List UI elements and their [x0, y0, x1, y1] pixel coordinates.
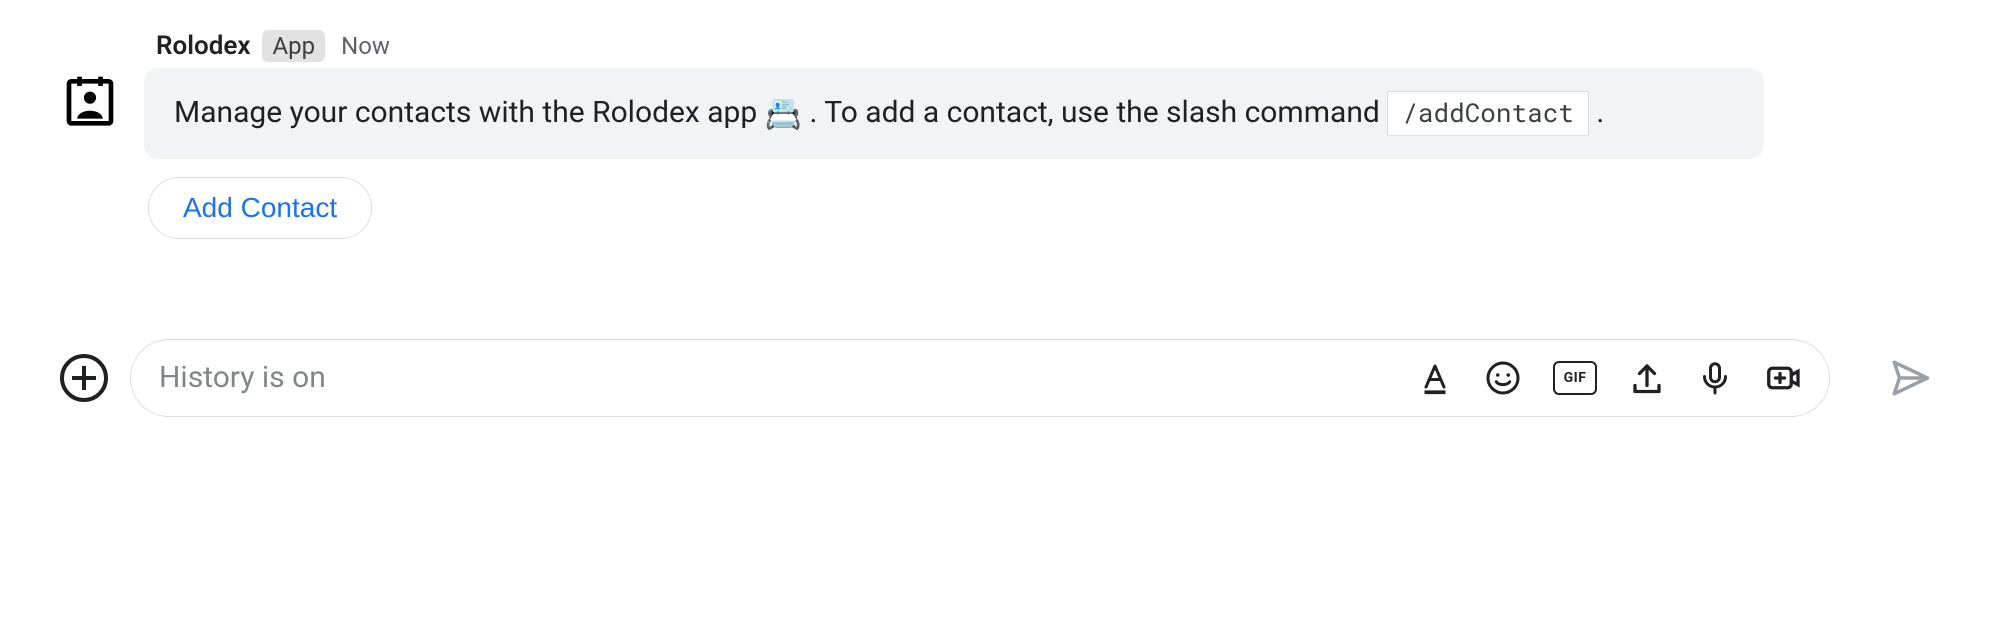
- compose-input[interactable]: [159, 360, 1417, 395]
- app-avatar: [60, 70, 120, 130]
- message-text-prefix: Manage your contacts with the Rolodex ap…: [174, 95, 765, 130]
- message-column: Rolodex App Now Manage your contacts wit…: [144, 30, 1944, 239]
- send-button[interactable]: [1886, 354, 1934, 402]
- add-attachment-button[interactable]: [60, 354, 108, 402]
- compose-area: GIF: [60, 339, 1944, 417]
- slash-command-chip: /addContact: [1387, 91, 1589, 136]
- gif-icon[interactable]: GIF: [1553, 361, 1597, 395]
- video-upload-icon[interactable]: [1765, 360, 1801, 396]
- message-text-suffix: .: [1596, 95, 1604, 130]
- add-contact-button[interactable]: Add Contact: [148, 177, 372, 239]
- sender-name: Rolodex: [156, 31, 250, 61]
- upload-icon[interactable]: [1629, 360, 1665, 396]
- compose-toolbar: GIF: [1417, 360, 1801, 396]
- contact-calendar-icon: [62, 72, 118, 128]
- message-row: Rolodex App Now Manage your contacts wit…: [60, 30, 1944, 239]
- message-bubble: Manage your contacts with the Rolodex ap…: [144, 68, 1764, 159]
- mic-icon[interactable]: [1697, 360, 1733, 396]
- message-timestamp: Now: [341, 32, 390, 60]
- card-index-emoji: 📇: [765, 92, 802, 137]
- emoji-icon[interactable]: [1485, 360, 1521, 396]
- message-text-after-emoji: . To add a contact, use the slash comman…: [810, 95, 1388, 130]
- action-row: Add Contact: [144, 177, 1944, 239]
- format-text-icon[interactable]: [1417, 360, 1453, 396]
- message-header: Rolodex App Now: [144, 30, 1944, 62]
- app-badge: App: [262, 30, 325, 62]
- compose-box[interactable]: GIF: [130, 339, 1830, 417]
